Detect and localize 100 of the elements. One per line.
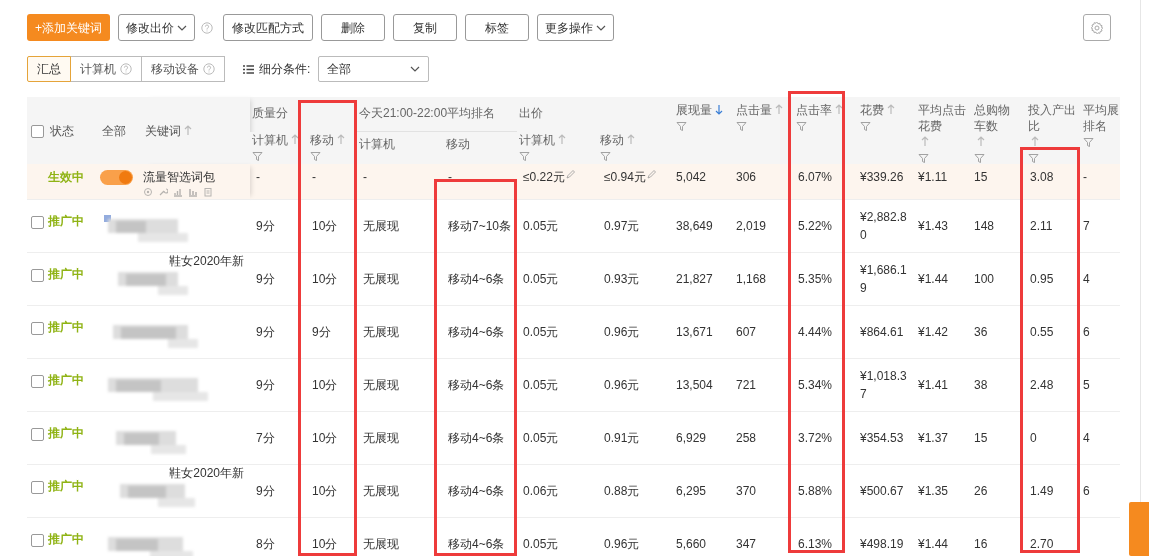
- table-cell: 10分: [312, 377, 338, 392]
- column-header[interactable]: 计算机: [519, 131, 555, 148]
- filter-icon[interactable]: [736, 121, 747, 132]
- pencil-icon[interactable]: [646, 170, 656, 179]
- table-cell: 148: [974, 218, 995, 233]
- dropdown-button[interactable]: 更多操作: [537, 14, 614, 41]
- checkbox[interactable]: [31, 215, 44, 229]
- filter-icon[interactable]: [676, 121, 687, 132]
- column-header[interactable]: 移动: [600, 131, 624, 148]
- filter-icon[interactable]: [519, 150, 530, 162]
- checkbox[interactable]: [31, 268, 44, 282]
- sort-up-icon[interactable]: [1031, 136, 1039, 147]
- column-header[interactable]: 总购物车数: [974, 102, 1018, 134]
- sort-up-icon[interactable]: [184, 124, 192, 136]
- status-text: 推广中: [48, 266, 84, 281]
- table-cell: ¥1.11: [918, 170, 948, 184]
- table-cell: ¥1.42: [918, 324, 949, 339]
- table-cell: 6.07%: [798, 170, 833, 184]
- tab[interactable]: 汇总: [27, 56, 71, 82]
- table-cell: 6: [1083, 324, 1090, 339]
- filter-icon[interactable]: [918, 153, 929, 164]
- button[interactable]: 修改匹配方式: [223, 14, 313, 41]
- checkbox[interactable]: [31, 374, 44, 388]
- table-cell: 9分: [256, 377, 275, 392]
- help-icon[interactable]: [201, 21, 213, 34]
- table-cell: 9分: [312, 324, 331, 339]
- table-cell: 36: [974, 324, 988, 339]
- button[interactable]: 删除: [321, 14, 385, 41]
- column-header[interactable]: 投入产出比: [1028, 102, 1076, 134]
- sort-up-icon[interactable]: [558, 133, 566, 145]
- sort-up-icon[interactable]: [887, 104, 895, 115]
- filter-icon[interactable]: [1028, 153, 1039, 164]
- table-cell: 7: [1083, 218, 1090, 233]
- table-cell: 21,827: [676, 271, 713, 286]
- column-header[interactable]: 展现量: [676, 102, 712, 118]
- table-cell: 3.08: [1030, 170, 1054, 184]
- table-cell: 38: [974, 377, 988, 392]
- tab[interactable]: 移动设备: [141, 56, 225, 82]
- button[interactable]: 复制: [393, 14, 457, 41]
- status-text: 推广中: [48, 213, 84, 228]
- column-header: 移动: [446, 136, 470, 153]
- table-cell: 258: [736, 430, 757, 445]
- table-cell: 0.06元: [523, 483, 559, 498]
- column-header[interactable]: 平均点击花费: [918, 102, 966, 134]
- sort-up-icon[interactable]: [627, 133, 635, 145]
- clipboard-icon[interactable]: [203, 187, 213, 197]
- table-cell: 6,929: [676, 430, 707, 445]
- column-header[interactable]: 全部: [102, 123, 126, 138]
- table-cell: 721: [736, 377, 757, 392]
- help-icon[interactable]: [203, 63, 215, 75]
- filter-icon[interactable]: [310, 150, 321, 162]
- table-cell: 1.49: [1030, 483, 1054, 498]
- button[interactable]: 标签: [465, 14, 529, 41]
- sort-up-icon[interactable]: [921, 136, 929, 147]
- dropdown-button[interactable]: 修改出价: [118, 14, 195, 41]
- filter-icon[interactable]: [252, 150, 263, 162]
- keyword-text: 鞋女2020年新: [169, 252, 244, 269]
- table-cell: 0.88元: [604, 483, 640, 498]
- checkbox[interactable]: [31, 124, 44, 138]
- sort-up-icon[interactable]: [775, 104, 783, 115]
- table-cell: 2,019: [736, 218, 767, 233]
- filter-icon[interactable]: [600, 150, 611, 162]
- filter-icon[interactable]: [1083, 137, 1094, 148]
- chart-icon[interactable]: [173, 187, 183, 197]
- help-icon[interactable]: [120, 63, 132, 75]
- checkbox[interactable]: [31, 533, 44, 547]
- keyword-text: 流量智选词包: [143, 169, 216, 186]
- checkbox[interactable]: [31, 321, 44, 335]
- column-header[interactable]: 点击率: [796, 102, 832, 118]
- table-cell: 0.55: [1030, 324, 1054, 339]
- select-field[interactable]: 全部: [318, 56, 430, 82]
- settings-button[interactable]: [1083, 14, 1111, 41]
- filter-icon[interactable]: [860, 121, 871, 132]
- checkbox[interactable]: [31, 427, 44, 441]
- column-header[interactable]: 花费: [860, 102, 884, 118]
- table-cell: ¥1.43: [918, 218, 949, 233]
- checkbox[interactable]: [31, 480, 44, 494]
- table-cell: 16: [974, 536, 988, 551]
- table-cell: ¥2,882.80: [860, 209, 907, 242]
- filter-icon[interactable]: [796, 121, 807, 132]
- column-header[interactable]: 关键词: [145, 123, 181, 138]
- sort-up-icon[interactable]: [835, 104, 843, 115]
- sort-up-icon[interactable]: [291, 133, 299, 145]
- pencil-icon[interactable]: [565, 170, 575, 179]
- toggle-switch[interactable]: [100, 170, 133, 186]
- column-header[interactable]: 移动: [310, 131, 334, 148]
- status-text: 推广中: [48, 372, 84, 387]
- sort-up-icon[interactable]: [337, 133, 345, 145]
- filter-icon[interactable]: [974, 153, 985, 164]
- sort-up-icon[interactable]: [977, 136, 985, 147]
- column-header[interactable]: 计算机: [252, 131, 288, 148]
- table-cell: ≤0.22元: [523, 170, 565, 184]
- gear-icon[interactable]: [143, 187, 153, 197]
- caret-icon: [177, 24, 187, 31]
- table-cell: 5.35%: [798, 271, 833, 286]
- column-header: 状态: [50, 123, 74, 138]
- sort-down-icon[interactable]: [715, 104, 723, 115]
- column-header[interactable]: 点击量: [736, 102, 772, 118]
- tab[interactable]: 计算机: [70, 56, 142, 82]
- bar-chart-icon[interactable]: [188, 187, 198, 197]
